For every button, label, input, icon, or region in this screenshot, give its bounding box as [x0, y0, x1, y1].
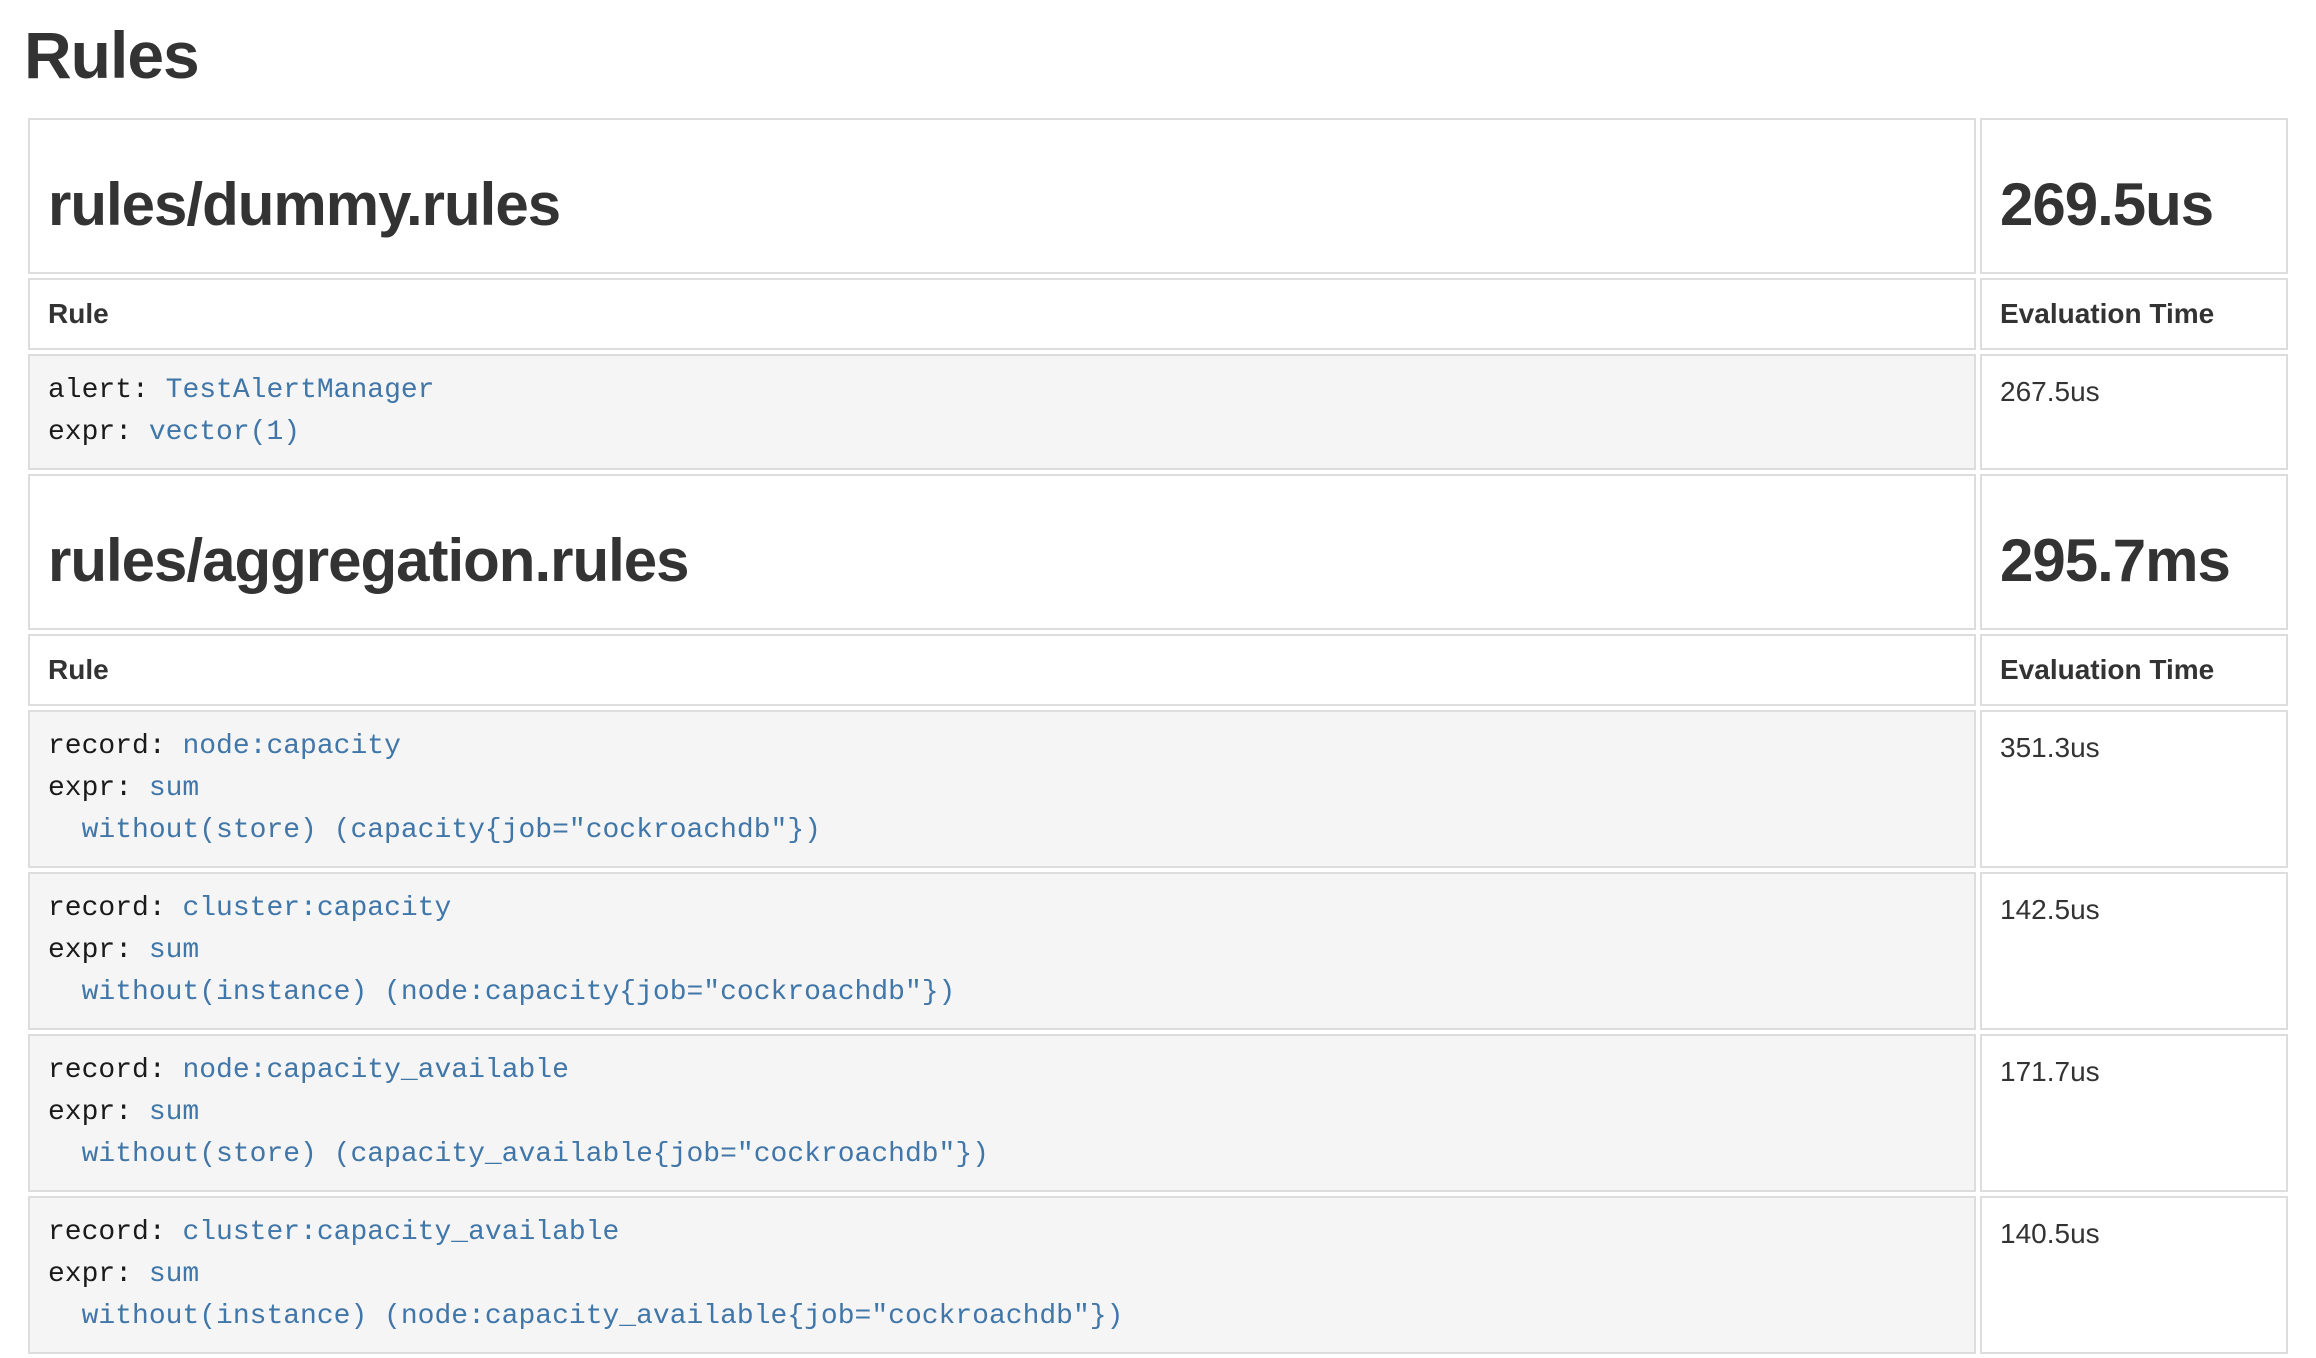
- rule-keyword: record:: [48, 731, 166, 762]
- group-name-cell: rules/dummy.rules: [28, 118, 1976, 274]
- rule-expression-link[interactable]: vector(1): [149, 417, 300, 448]
- rule-keyword: expr:: [48, 1097, 132, 1128]
- rule-definition: alert: TestAlertManager expr: vector(1): [28, 354, 1976, 470]
- rule-evaluation-time: 267.5us: [1980, 354, 2288, 470]
- column-header-evaluation-time: Evaluation Time: [1980, 278, 2288, 350]
- column-header-evaluation-time: Evaluation Time: [1980, 634, 2288, 706]
- rule-keyword: record:: [48, 1217, 166, 1248]
- rule-expression-link[interactable]: sum without(store) (capacity{job="cockro…: [48, 773, 821, 846]
- rule-evaluation-time: 140.5us: [1980, 1196, 2288, 1354]
- rule-evaluation-time: 171.7us: [1980, 1034, 2288, 1192]
- group-header-row: rules/dummy.rules 269.5us: [28, 118, 2288, 274]
- rule-keyword: record:: [48, 893, 166, 924]
- rule-definition: record: cluster:capacity_available expr:…: [28, 1196, 1976, 1354]
- rule-expression-link[interactable]: cluster:capacity_available: [182, 1217, 619, 1248]
- column-header-rule: Rule: [28, 278, 1976, 350]
- rule-row: record: cluster:capacity expr: sum witho…: [28, 872, 2288, 1030]
- page-title: Rules: [24, 22, 2292, 88]
- rule-expression-link[interactable]: node:capacity_available: [182, 1055, 568, 1086]
- group-header-row: rules/aggregation.rules 295.7ms: [28, 474, 2288, 630]
- rule-expression-link[interactable]: sum without(instance) (node:capacity{job…: [48, 935, 955, 1008]
- rule-keyword: expr:: [48, 1259, 132, 1290]
- group-name-cell: rules/aggregation.rules: [28, 474, 1976, 630]
- rule-keyword: expr:: [48, 935, 132, 966]
- rule-row: record: cluster:capacity_available expr:…: [28, 1196, 2288, 1354]
- group-time-cell: 295.7ms: [1980, 474, 2288, 630]
- rule-expression-link[interactable]: node:capacity: [182, 731, 400, 762]
- group-time-cell: 269.5us: [1980, 118, 2288, 274]
- column-header-row: RuleEvaluation Time: [28, 634, 2288, 706]
- rule-expression-link[interactable]: sum without(instance) (node:capacity_ava…: [48, 1259, 1123, 1332]
- rules-table-body: rules/dummy.rules269.5usRuleEvaluation T…: [28, 118, 2288, 1354]
- rule-group-evaluation-time: 269.5us: [2000, 172, 2268, 238]
- column-header-row: RuleEvaluation Time: [28, 278, 2288, 350]
- rules-table: rules/dummy.rules269.5usRuleEvaluation T…: [24, 114, 2292, 1358]
- rule-expression-link[interactable]: TestAlertManager: [166, 375, 435, 406]
- rule-group-evaluation-time: 295.7ms: [2000, 528, 2268, 594]
- rule-row: record: node:capacity_available expr: su…: [28, 1034, 2288, 1192]
- rule-group-name: rules/aggregation.rules: [48, 528, 1956, 594]
- column-header-rule: Rule: [28, 634, 1976, 706]
- rule-definition: record: cluster:capacity expr: sum witho…: [28, 872, 1976, 1030]
- rule-definition: record: node:capacity_available expr: su…: [28, 1034, 1976, 1192]
- rule-expression-link[interactable]: sum without(store) (capacity_available{j…: [48, 1097, 989, 1170]
- rule-keyword: alert:: [48, 375, 149, 406]
- rules-page: Rules rules/dummy.rules269.5usRuleEvalua…: [0, 22, 2316, 1358]
- rule-evaluation-time: 142.5us: [1980, 872, 2288, 1030]
- rule-keyword: expr:: [48, 417, 132, 448]
- rule-expression-link[interactable]: cluster:capacity: [182, 893, 451, 924]
- rule-group-name: rules/dummy.rules: [48, 172, 1956, 238]
- rule-keyword: expr:: [48, 773, 132, 804]
- rule-definition: record: node:capacity expr: sum without(…: [28, 710, 1976, 868]
- rule-evaluation-time: 351.3us: [1980, 710, 2288, 868]
- rule-row: alert: TestAlertManager expr: vector(1)2…: [28, 354, 2288, 470]
- rule-row: record: node:capacity expr: sum without(…: [28, 710, 2288, 868]
- rule-keyword: record:: [48, 1055, 166, 1086]
